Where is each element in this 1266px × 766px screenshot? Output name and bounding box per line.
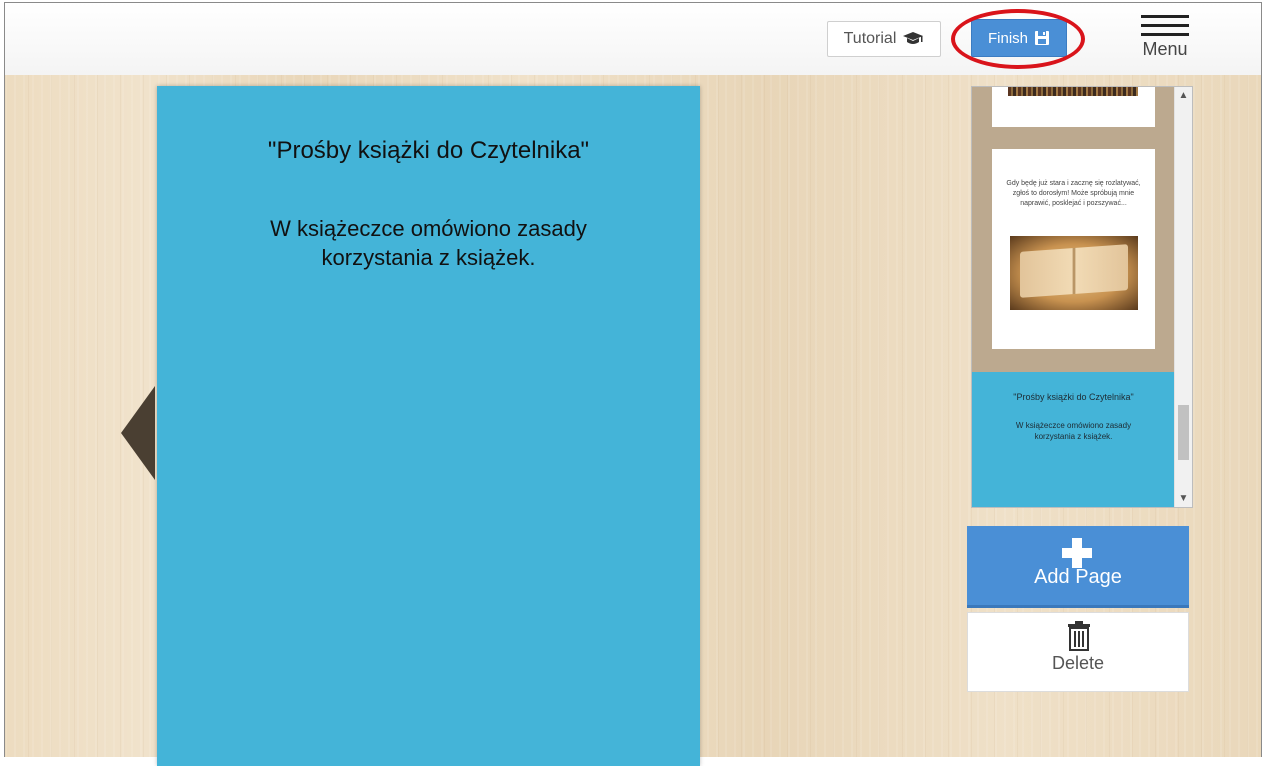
thumbnail-page-2[interactable]: Gdy będę już stara i zacznę się rozlatyw… [992,149,1155,349]
finish-label: Finish [987,29,1028,47]
page-title[interactable]: "Prośby książki do Czytelnika" [157,136,700,166]
tutorial-button[interactable]: Tutorial [827,21,941,57]
thumbnails-list: Gdy będę już stara i zacznę się rozlatyw… [972,87,1175,507]
hamburger-icon [1141,15,1189,42]
page-thumbnails-panel[interactable]: Gdy będę już stara i zacznę się rozlatyw… [971,86,1193,508]
thumbnail-page-2-text: Gdy będę już stara i zacznę się rozlatyw… [1006,180,1141,207]
thumbnails-scrollbar[interactable]: ▲ ▼ [1174,87,1192,507]
scroll-up-icon[interactable]: ▲ [1175,87,1192,104]
delete-button[interactable]: Delete [967,612,1189,692]
add-page-button[interactable]: Add Page [967,526,1189,608]
thumbnail-page-3-body: W książeczce omówiono zasady korzystania… [1015,421,1132,441]
top-toolbar: Tutorial Finish Menu [5,3,1261,76]
delete-label: Delete [1051,653,1105,673]
bookshelf-image [1008,87,1138,96]
plus-icon [1062,538,1092,568]
scrollbar-thumb[interactable] [1178,405,1189,460]
open-book-image [1010,236,1138,310]
menu-label: Menu [1142,39,1188,59]
add-page-label: Add Page [1034,566,1122,588]
thumbnail-page-1[interactable] [992,87,1155,127]
graduation-cap-icon [903,32,924,44]
current-page[interactable]: "Prośby książki do Czytelnika" W książec… [157,86,700,766]
trash-icon [1068,621,1090,651]
menu-button[interactable]: Menu [1135,13,1195,65]
scroll-down-icon[interactable]: ▼ [1175,490,1192,507]
finish-button[interactable]: Finish [971,19,1067,57]
previous-page-arrow-icon[interactable] [121,386,155,480]
page-body-text[interactable]: W książeczce omówiono zasady korzystania… [219,214,639,272]
tutorial-label: Tutorial [843,30,897,47]
save-icon [1035,31,1049,45]
thumbnail-page-3-title: "Prośby książki do Czytelnika" [1013,392,1134,402]
thumbnail-page-3[interactable]: "Prośby książki do Czytelnika" W książec… [972,372,1175,507]
